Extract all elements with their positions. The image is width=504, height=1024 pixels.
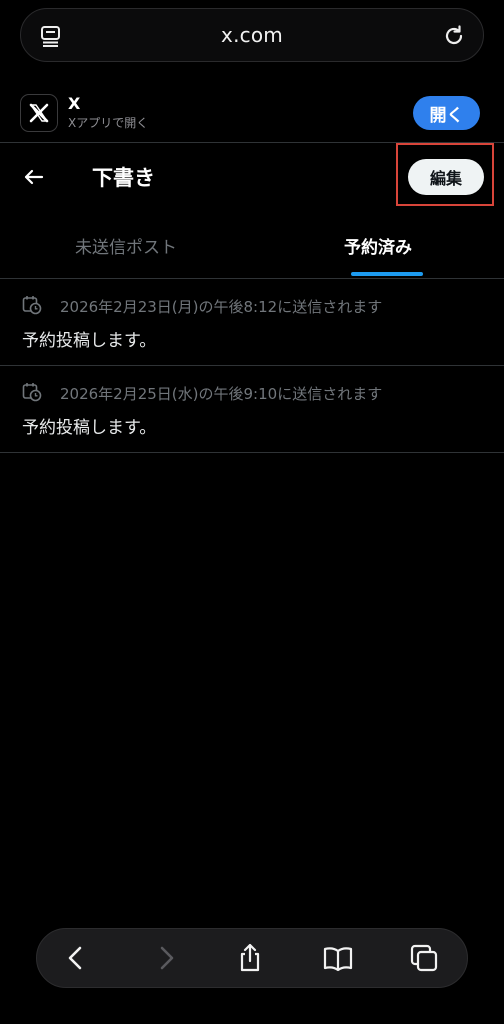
scheduled-time: 2026年2月25日(水)の午後9:10に送信されます: [60, 385, 383, 403]
page-title: 下書き: [92, 166, 155, 190]
page-header: 下書き 編集: [0, 143, 504, 213]
app-subtitle: Xアプリで開く: [68, 116, 149, 130]
active-tab-indicator: [351, 272, 423, 276]
tab-scheduled[interactable]: 予約済み: [252, 213, 504, 277]
app-banner: X Xアプリで開く 開く: [0, 88, 504, 142]
open-app-button[interactable]: 開く: [413, 96, 480, 130]
url-text[interactable]: x.com: [21, 9, 483, 61]
post-text: 予約投稿します。: [22, 418, 157, 438]
scheduled-post-item[interactable]: 2026年2月25日(水)の午後9:10に送信されます 予約投稿します。: [0, 366, 504, 452]
edit-highlight-box: 編集: [396, 143, 494, 206]
scheduled-calendar-icon: [22, 383, 42, 402]
scheduled-calendar-icon: [22, 296, 42, 315]
reload-icon[interactable]: [441, 23, 467, 49]
bookmarks-icon[interactable]: [323, 943, 353, 973]
tab-unsent-posts[interactable]: 未送信ポスト: [0, 213, 252, 277]
share-icon[interactable]: [235, 943, 265, 973]
back-arrow-icon[interactable]: [22, 165, 46, 189]
scheduled-post-item[interactable]: 2026年2月23日(月)の午後8:12に送信されます 予約投稿します。: [0, 279, 504, 365]
tabs-icon[interactable]: [409, 943, 439, 973]
tab-bar: 未送信ポスト 予約済み: [0, 213, 504, 277]
divider: [0, 452, 504, 453]
post-text: 予約投稿します。: [22, 331, 157, 351]
forward-icon[interactable]: [151, 943, 181, 973]
scheduled-time: 2026年2月23日(月)の午後8:12に送信されます: [60, 298, 383, 316]
edit-button[interactable]: 編集: [408, 159, 484, 195]
browser-toolbar: [36, 928, 468, 988]
address-bar[interactable]: x.com: [20, 8, 484, 62]
back-icon[interactable]: [61, 943, 91, 973]
x-logo-icon: [20, 94, 58, 132]
app-name: X: [68, 94, 81, 113]
